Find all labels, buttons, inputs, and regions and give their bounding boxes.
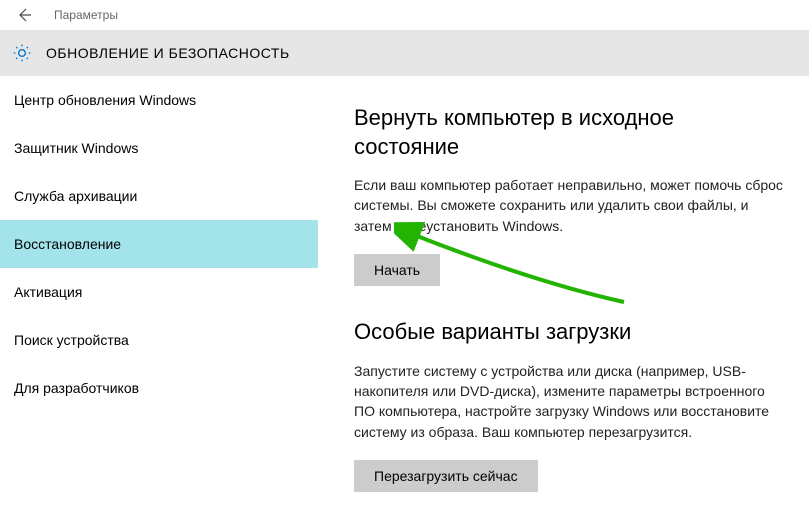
back-button[interactable]: [10, 1, 38, 29]
content-pane: Вернуть компьютер в исходное состояние Е…: [318, 76, 809, 518]
sidebar-item-defender[interactable]: Защитник Windows: [0, 124, 318, 172]
sidebar-item-activation[interactable]: Активация: [0, 268, 318, 316]
sidebar-item-find-device[interactable]: Поиск устройства: [0, 316, 318, 364]
advanced-startup-title: Особые варианты загрузки: [354, 318, 785, 347]
window-title: Параметры: [54, 8, 118, 22]
reset-pc-title: Вернуть компьютер в исходное состояние: [354, 104, 785, 161]
reset-pc-text: Если ваш компьютер работает неправильно,…: [354, 175, 785, 236]
sidebar-item-recovery[interactable]: Восстановление: [0, 220, 318, 268]
sidebar-item-backup[interactable]: Служба архивации: [0, 172, 318, 220]
sidebar-item-label: Защитник Windows: [14, 140, 138, 156]
sidebar-item-label: Восстановление: [14, 236, 121, 252]
advanced-startup-section: Особые варианты загрузки Запустите систе…: [354, 318, 785, 492]
sidebar-item-developers[interactable]: Для разработчиков: [0, 364, 318, 412]
advanced-startup-text: Запустите систему с устройства или диска…: [354, 361, 785, 442]
sidebar-item-label: Служба архивации: [14, 188, 137, 204]
sidebar: Центр обновления Windows Защитник Window…: [0, 76, 318, 518]
sidebar-item-label: Поиск устройства: [14, 332, 129, 348]
back-arrow-icon: [16, 7, 32, 23]
restart-now-button[interactable]: Перезагрузить сейчас: [354, 460, 538, 492]
reset-pc-section: Вернуть компьютер в исходное состояние Е…: [354, 104, 785, 286]
sidebar-item-label: Для разработчиков: [14, 380, 139, 396]
header-title: ОБНОВЛЕНИЕ И БЕЗОПАСНОСТЬ: [46, 45, 290, 61]
sidebar-item-label: Активация: [14, 284, 82, 300]
sidebar-item-label: Центр обновления Windows: [14, 92, 196, 108]
sidebar-item-update-center[interactable]: Центр обновления Windows: [0, 76, 318, 124]
main-area: Центр обновления Windows Защитник Window…: [0, 76, 809, 518]
gear-icon: [12, 43, 32, 63]
titlebar: Параметры: [0, 0, 809, 30]
header-bar: ОБНОВЛЕНИЕ И БЕЗОПАСНОСТЬ: [0, 30, 809, 76]
reset-pc-start-button[interactable]: Начать: [354, 254, 440, 286]
